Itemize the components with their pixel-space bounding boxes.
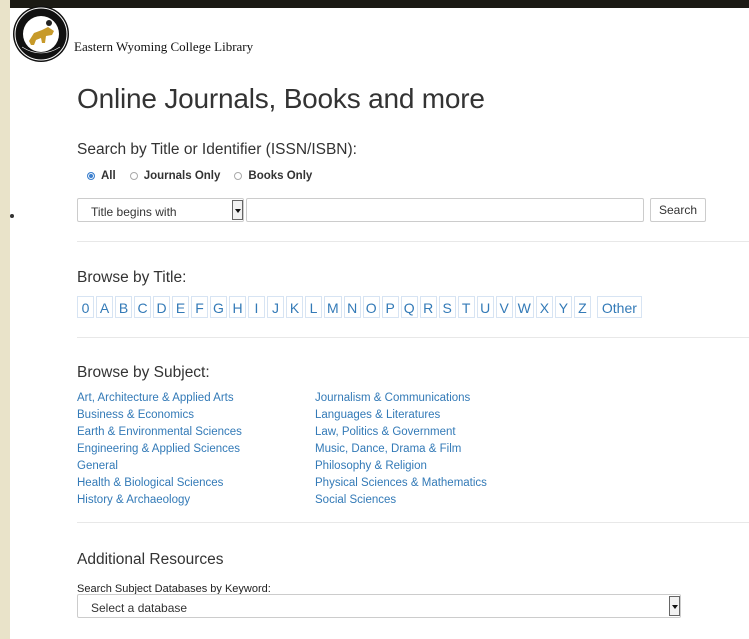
divider: [77, 337, 749, 338]
radio-all-label: All: [101, 170, 116, 182]
subject-link[interactable]: Engineering & Applied Sciences: [77, 441, 242, 458]
subject-link[interactable]: Art, Architecture & Applied Arts: [77, 390, 242, 407]
additional-resources-heading: Additional Resources: [77, 551, 224, 568]
radio-unselected-icon[interactable]: [234, 172, 243, 180]
subject-link[interactable]: Languages & Literatures: [315, 407, 487, 424]
subject-list-column-1: Art, Architecture & Applied Arts Business…: [77, 390, 242, 509]
page-content: Eastern Wyoming College Library Online J…: [10, 5, 749, 639]
letter-link-l[interactable]: L: [305, 296, 322, 318]
letter-link-d[interactable]: D: [153, 296, 170, 318]
search-mode-value: Title begins with: [91, 205, 177, 219]
letter-link-s[interactable]: S: [438, 296, 456, 318]
letter-link-b[interactable]: B: [115, 296, 132, 318]
letter-link-a[interactable]: A: [96, 296, 113, 318]
letter-link-p[interactable]: P: [381, 296, 399, 318]
letter-link-r[interactable]: R: [419, 296, 437, 318]
radio-journals-only[interactable]: Journals Only: [129, 170, 221, 182]
subject-link[interactable]: Earth & Environmental Sciences: [77, 424, 242, 441]
letter-link-q[interactable]: Q: [400, 296, 418, 318]
letter-link-z[interactable]: Z: [573, 296, 591, 318]
background-strip: [0, 0, 10, 639]
letter-link-o[interactable]: O: [362, 296, 380, 318]
letter-link-c[interactable]: C: [134, 296, 151, 318]
subject-link[interactable]: Journalism & Communications: [315, 390, 487, 407]
letter-link-m[interactable]: M: [324, 296, 342, 318]
page-title: Online Journals, Books and more: [77, 83, 485, 114]
bullet-dot: [10, 214, 14, 218]
divider: [77, 241, 749, 242]
browse-title-label: Browse by Title:: [77, 269, 187, 286]
browse-subject-label: Browse by Subject:: [77, 364, 210, 381]
letter-link-e[interactable]: E: [172, 296, 189, 318]
search-button[interactable]: Search: [650, 198, 706, 222]
letter-index: 0 A B C D E F G H I J K L M N O P Q R S T U V W X Y Z Other: [77, 296, 644, 318]
college-seal-logo[interactable]: [12, 5, 70, 63]
search-mode-select[interactable]: Title begins with: [77, 198, 244, 222]
radio-all[interactable]: All: [87, 170, 116, 182]
database-select-value: Select a database: [91, 601, 188, 615]
subject-link[interactable]: Social Sciences: [315, 492, 487, 509]
letter-link-other[interactable]: Other: [596, 296, 642, 318]
letter-link-u[interactable]: U: [476, 296, 494, 318]
letter-link-h[interactable]: H: [229, 296, 246, 318]
subject-link[interactable]: Physical Sciences & Mathematics: [315, 475, 487, 492]
letter-link-i[interactable]: I: [248, 296, 265, 318]
subject-list-column-2: Journalism & Communications Languages & L…: [315, 390, 487, 509]
subject-link[interactable]: Law, Politics & Government: [315, 424, 487, 441]
letter-link-y[interactable]: Y: [554, 296, 572, 318]
dropdown-arrow-icon[interactable]: [232, 200, 243, 220]
search-label: Search by Title or Identifier (ISSN/ISBN…: [77, 141, 357, 158]
search-type-radio-group: All Journals Only Books Only: [87, 170, 326, 182]
letter-link-x[interactable]: X: [535, 296, 553, 318]
database-select[interactable]: Select a database: [77, 594, 681, 618]
subject-link[interactable]: Health & Biological Sciences: [77, 475, 242, 492]
divider: [77, 522, 749, 523]
letter-link-k[interactable]: K: [286, 296, 303, 318]
site-name[interactable]: Eastern Wyoming College Library: [74, 39, 253, 55]
subject-link[interactable]: Philosophy & Religion: [315, 458, 487, 475]
radio-unselected-icon[interactable]: [129, 172, 138, 180]
letter-link-w[interactable]: W: [514, 296, 534, 318]
letter-link-g[interactable]: G: [210, 296, 227, 318]
subject-link[interactable]: General: [77, 458, 242, 475]
letter-link-0[interactable]: 0: [77, 296, 94, 318]
letter-link-f[interactable]: F: [191, 296, 208, 318]
title-search-input[interactable]: [246, 198, 644, 222]
letter-link-t[interactable]: T: [457, 296, 475, 318]
radio-selected-icon[interactable]: [87, 172, 95, 180]
letter-link-j[interactable]: J: [267, 296, 284, 318]
subject-link[interactable]: History & Archaeology: [77, 492, 242, 509]
subject-link[interactable]: Business & Economics: [77, 407, 242, 424]
radio-books-only[interactable]: Books Only: [234, 170, 312, 182]
subject-link[interactable]: Music, Dance, Drama & Film: [315, 441, 487, 458]
dropdown-arrow-icon[interactable]: [669, 596, 680, 616]
radio-books-label: Books Only: [248, 170, 313, 182]
radio-journals-label: Journals Only: [143, 170, 221, 182]
letter-link-v[interactable]: V: [495, 296, 513, 318]
letter-link-n[interactable]: N: [343, 296, 361, 318]
